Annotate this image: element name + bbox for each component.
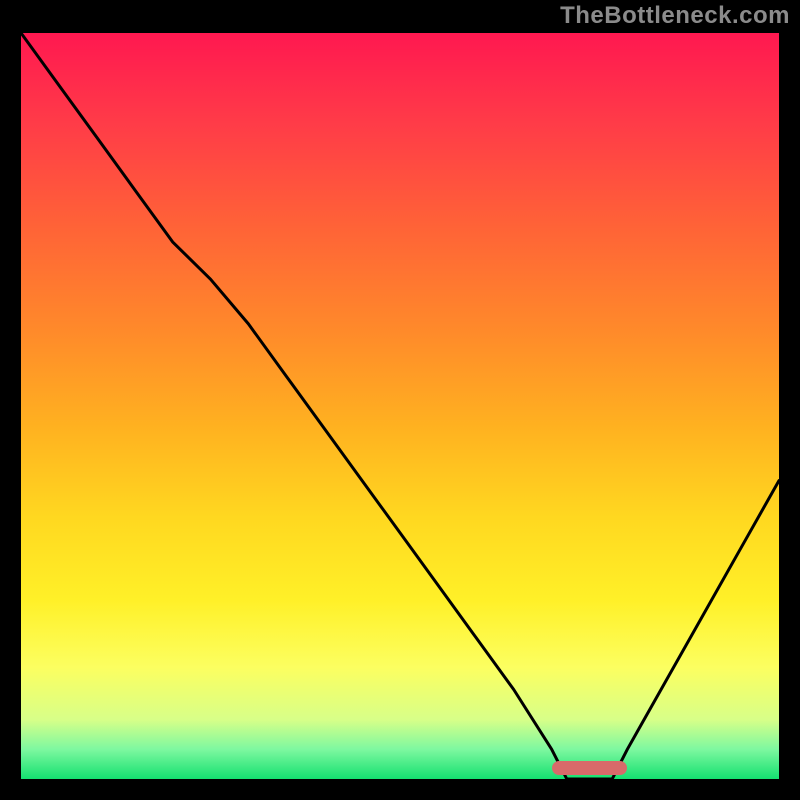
plot-area bbox=[18, 30, 782, 782]
bottleneck-curve bbox=[21, 33, 779, 779]
curve-path bbox=[21, 33, 779, 779]
chart-frame: TheBottleneck.com bbox=[0, 0, 800, 800]
optimal-range-marker bbox=[552, 761, 628, 775]
watermark-text: TheBottleneck.com bbox=[560, 2, 790, 30]
